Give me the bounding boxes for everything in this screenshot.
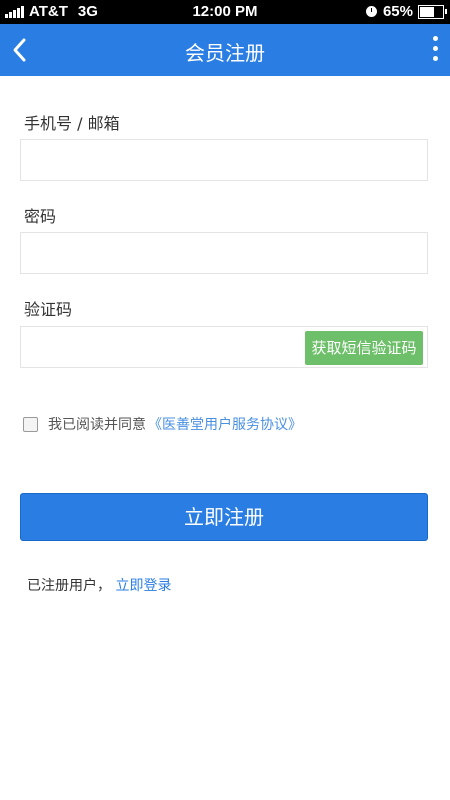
register-button[interactable]: 立即注册 (20, 493, 428, 541)
battery-percent: 65% (382, 3, 413, 20)
nav-bar: 会员注册 (0, 24, 450, 76)
verification-code-label: 验证码 (24, 300, 73, 319)
agreement-text: 我已阅读并同意 (48, 417, 146, 433)
agreement-checkbox[interactable] (23, 416, 38, 432)
get-sms-code-button[interactable]: 获取短信验证码 (305, 331, 423, 365)
phone-email-input[interactable] (20, 139, 428, 181)
registered-user-text: 已注册用户， (27, 578, 111, 594)
agreement-link[interactable]: 《医善堂用户服务协议》 (148, 414, 302, 434)
phone-email-label: 手机号 / 邮箱 (24, 114, 120, 133)
password-label: 密码 (24, 207, 57, 226)
status-bar: AT&T 3G 12:00 PM 65% (0, 0, 450, 24)
more-button[interactable] (428, 36, 442, 64)
verification-code-input[interactable]: 获取短信验证码 (20, 326, 428, 368)
battery-fill (420, 6, 435, 17)
agreement-row: 我已阅读并同意 《医善堂用户服务协议》 (23, 414, 302, 434)
battery-icon (418, 4, 447, 19)
password-input[interactable] (20, 232, 428, 274)
alarm-clock-icon (365, 6, 377, 17)
status-right: 65% (365, 3, 447, 20)
page-title: 会员注册 (185, 41, 265, 65)
login-prompt: 已注册用户， 立即登录 (27, 575, 171, 595)
login-link[interactable]: 立即登录 (115, 578, 171, 594)
